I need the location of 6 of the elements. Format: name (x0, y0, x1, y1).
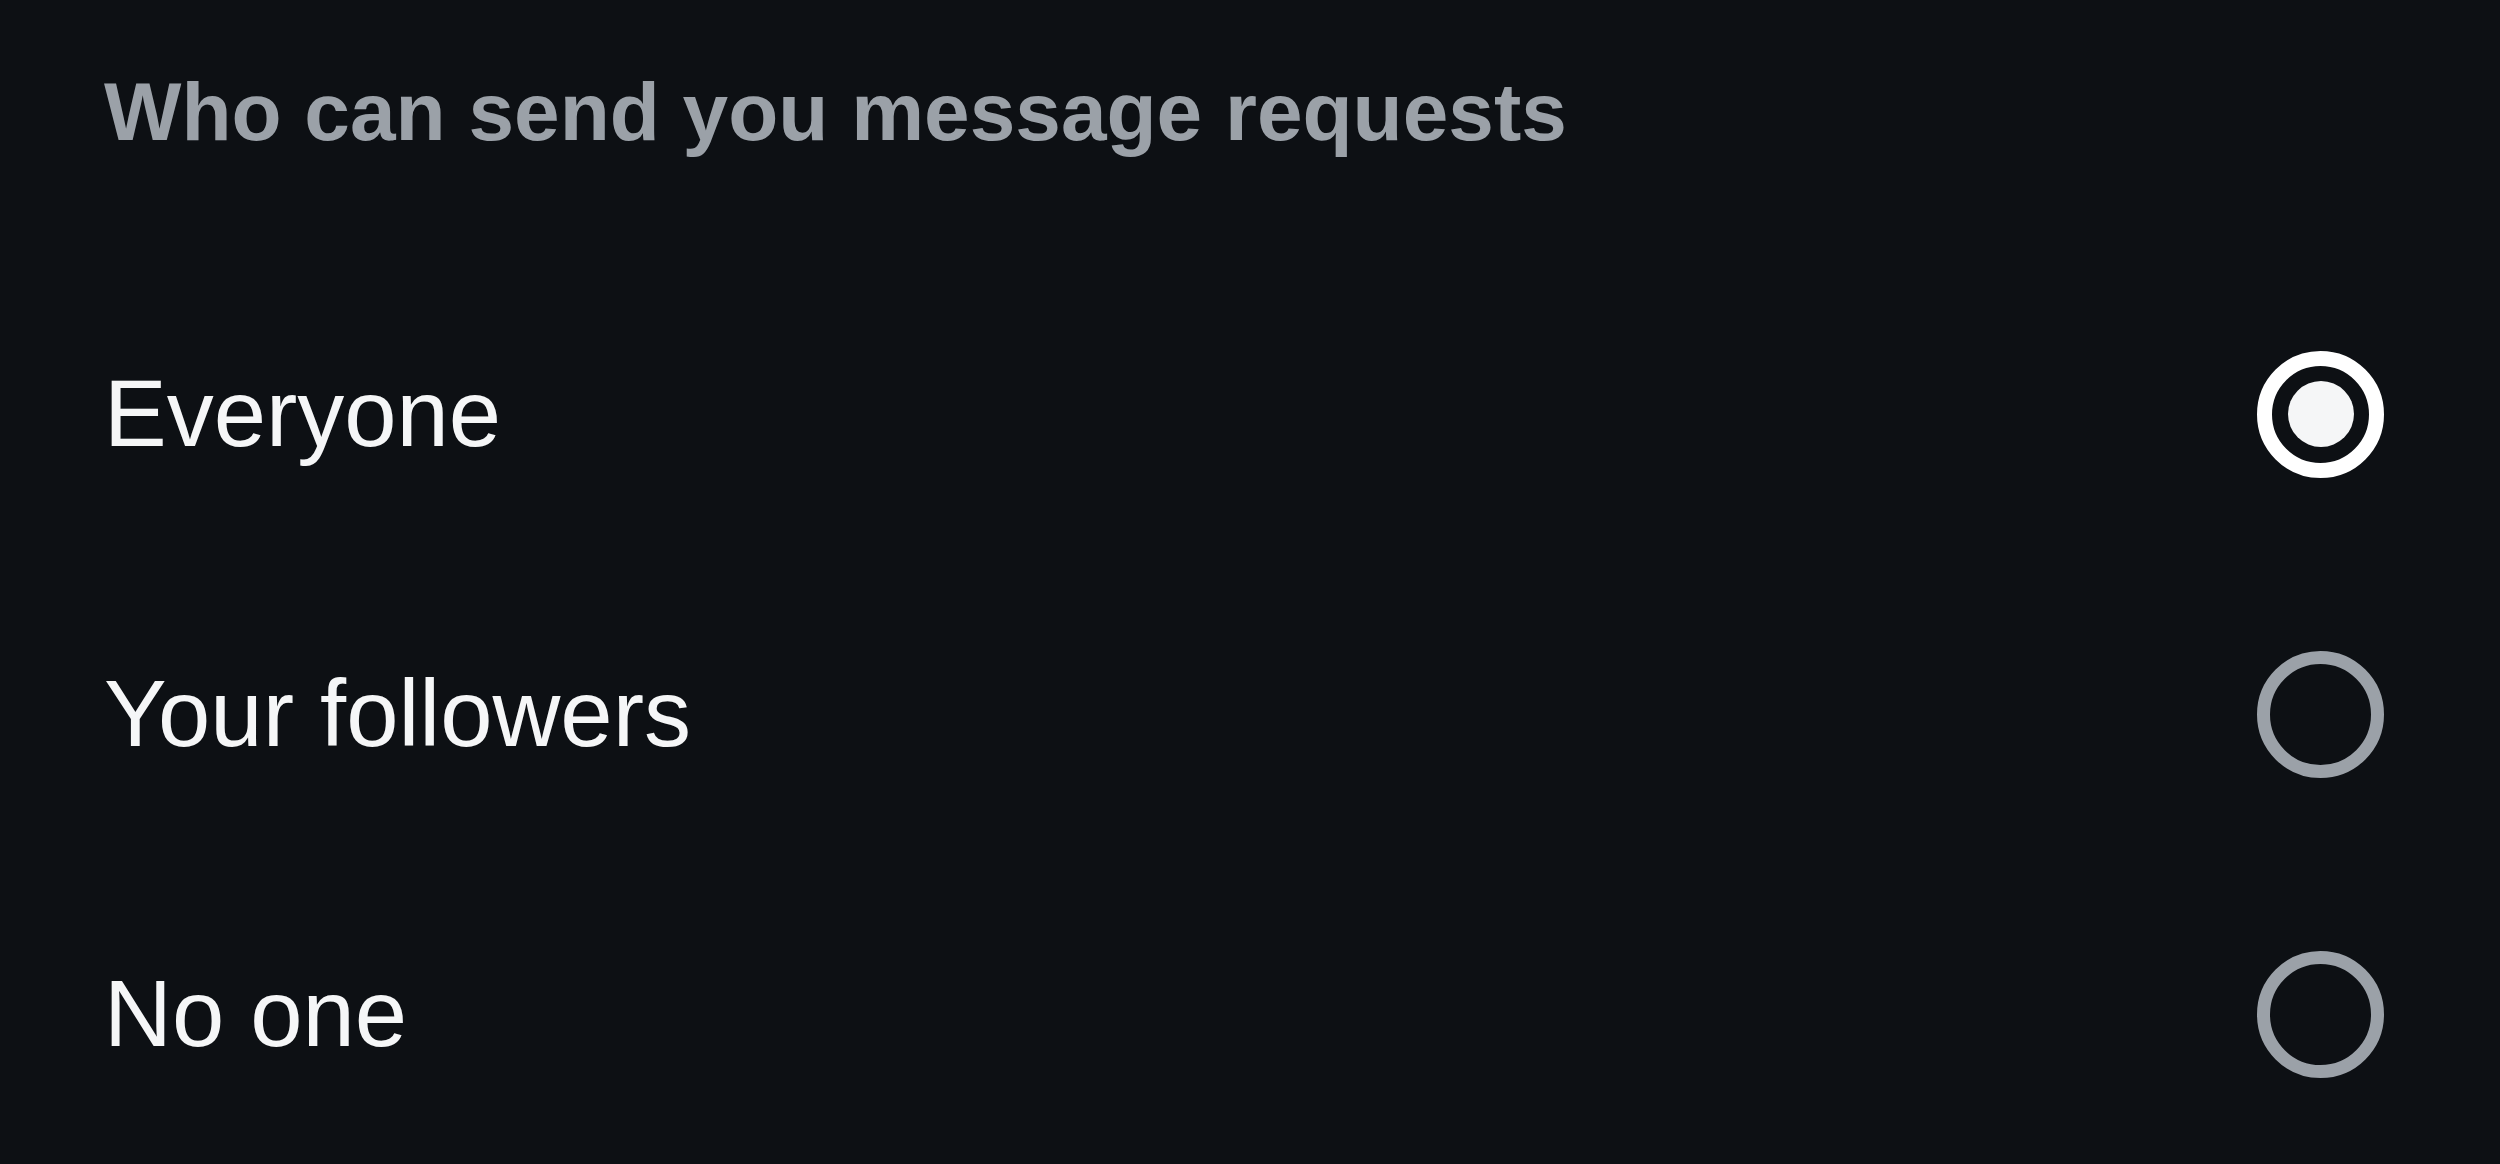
section-title: Who can send you message requests (104, 65, 1567, 159)
radio-button[interactable] (2257, 950, 2384, 1078)
option-label: Everyone (104, 360, 502, 468)
radio-button[interactable] (2257, 650, 2384, 778)
option-label: No one (104, 960, 408, 1068)
option-label: Your followers (104, 660, 691, 768)
